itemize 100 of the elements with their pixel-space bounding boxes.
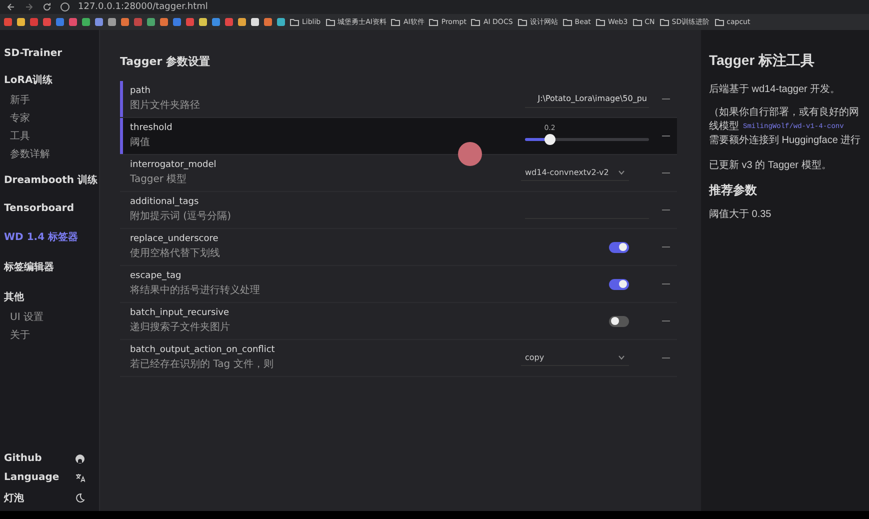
- nav-item[interactable]: WD 1.4 标签器: [4, 230, 78, 244]
- minus-icon: [662, 283, 670, 285]
- nav-item[interactable]: Dreambooth 训练: [4, 173, 98, 187]
- nav-item[interactable]: 标签编辑器: [4, 260, 54, 274]
- minus-icon: [662, 246, 670, 248]
- nav-group-title: LoRA训练: [4, 74, 53, 87]
- address-bar[interactable]: 127.0.0.1:28000/tagger.html: [78, 2, 208, 12]
- nav-item[interactable]: 专家: [4, 109, 30, 127]
- bookmark-icon[interactable]: [108, 18, 116, 26]
- bookmark-icon[interactable]: [17, 18, 25, 26]
- footer-link[interactable]: Github: [4, 453, 42, 464]
- setting-name: batch_input_recursive: [130, 308, 230, 318]
- bookmark-icon[interactable]: [95, 18, 103, 26]
- bookmark-icon[interactable]: [147, 18, 155, 26]
- bookmark-icon[interactable]: [82, 18, 90, 26]
- chevron-down-icon: [618, 170, 625, 175]
- bookmark-icon[interactable]: [186, 18, 194, 26]
- setting-description: 若已经存在识别的 Tag 文件，则: [130, 358, 274, 371]
- bookmark-icon[interactable]: [277, 18, 285, 26]
- setting-description: 将结果中的括号进行转义处理: [130, 284, 261, 297]
- select-field[interactable]: copy: [521, 350, 629, 366]
- info-text: 后端基于 wd14-tagger 开发。: [709, 82, 842, 96]
- github-icon[interactable]: [75, 454, 85, 464]
- folder-icon: [471, 18, 480, 26]
- slider-thumb[interactable]: [544, 134, 556, 144]
- nav-item[interactable]: 新手: [4, 91, 30, 109]
- folder-icon: [429, 18, 438, 26]
- setting-name: replace_underscore: [130, 234, 220, 244]
- bookmark-icon[interactable]: [30, 18, 38, 26]
- forward-icon[interactable]: [24, 2, 34, 12]
- setting-name: threshold: [130, 123, 174, 133]
- folder-icon: [562, 18, 572, 26]
- info-title: Tagger 标注工具: [709, 52, 816, 70]
- app-title: SD-Trainer: [4, 48, 62, 59]
- minus-icon: [662, 357, 670, 359]
- toggle-switch[interactable]: [609, 242, 629, 252]
- bookmark-icon[interactable]: [238, 18, 246, 26]
- bookmark-icon[interactable]: [173, 18, 181, 26]
- bookmark-icon[interactable]: [56, 18, 64, 26]
- folder-icon: [714, 18, 724, 26]
- folder-icon: [391, 18, 400, 26]
- folder-icon: [290, 18, 299, 26]
- folder-icon: [326, 18, 335, 26]
- moon-icon[interactable]: [75, 493, 85, 503]
- nav-item[interactable]: UI 设置: [4, 308, 44, 326]
- minus-icon: [662, 172, 670, 174]
- nav-group-title: 其他: [4, 290, 24, 304]
- site-info-icon[interactable]: [60, 2, 70, 12]
- minus-icon: [662, 209, 670, 211]
- nav-item[interactable]: 工具: [4, 127, 30, 145]
- toggle-switch[interactable]: [609, 278, 629, 290]
- info-heading: 推荐参数: [709, 182, 758, 199]
- setting-name: additional_tags: [130, 197, 200, 207]
- bookmark-icon[interactable]: [121, 18, 129, 26]
- back-icon[interactable]: [6, 2, 16, 12]
- section-title: Tagger 参数设置: [120, 54, 211, 69]
- bookmark-icon[interactable]: [225, 18, 233, 26]
- bookmark-icon[interactable]: [251, 18, 259, 26]
- minus-icon: [662, 135, 670, 137]
- bookmark-icon[interactable]: [160, 18, 168, 26]
- bookmark-icon[interactable]: [199, 18, 207, 26]
- setting-description: 递归搜索子文件夹图片: [130, 320, 231, 334]
- nav-item[interactable]: Tensorboard: [4, 203, 74, 214]
- setting-name: escape_tag: [130, 271, 182, 281]
- folder-icon: [596, 18, 605, 26]
- info-text: （如果你自行部署，或有良好的网: [709, 106, 859, 120]
- text-field[interactable]: J:\Potato_Lora\image\50_pu: [525, 90, 649, 108]
- setting-description: 附加提示词 (逗号分隔): [130, 210, 232, 223]
- bookmark-icon[interactable]: [43, 18, 51, 26]
- footer-link[interactable]: Language: [4, 472, 60, 483]
- info-text: 阈值大于 0.35: [709, 208, 772, 221]
- bookmark-icon[interactable]: [4, 18, 12, 26]
- info-text: 已更新 v3 的 Tagger 模型。: [709, 158, 832, 172]
- info-text: 需要额外连接到 Huggingface 进行: [709, 134, 861, 148]
- setting-description: 使用空格代替下划线: [130, 246, 221, 260]
- cursor-highlight-icon: [458, 142, 482, 166]
- setting-name: batch_output_action_on_conflict: [130, 345, 276, 355]
- bookmark-icon[interactable]: [212, 18, 220, 26]
- setting-description: Tagger 模型: [130, 172, 188, 186]
- folder-icon: [632, 18, 642, 26]
- bookmark-icon[interactable]: [264, 18, 272, 26]
- nav-item[interactable]: 参数详解: [4, 145, 50, 163]
- chevron-down-icon: [618, 355, 625, 360]
- info-text: 线模型: [709, 120, 739, 134]
- setting-name: interrogator_model: [130, 160, 218, 170]
- toggle-switch[interactable]: [609, 316, 629, 326]
- setting-description: 阈值: [130, 136, 151, 149]
- minus-icon: [662, 98, 670, 100]
- translate-icon[interactable]: [75, 472, 85, 482]
- setting-name: path: [130, 86, 152, 96]
- bookmark-icon[interactable]: [69, 18, 77, 26]
- bookmark-icon[interactable]: [134, 18, 142, 26]
- folder-icon: [660, 18, 669, 26]
- folder-icon: [518, 18, 527, 26]
- footer-link[interactable]: 灯泡: [4, 491, 24, 505]
- select-field[interactable]: wd14-convnextv2-v2: [521, 165, 629, 181]
- setting-description: 图片文件夹路径: [130, 98, 201, 112]
- reload-icon[interactable]: [42, 2, 52, 12]
- nav-item[interactable]: 关于: [4, 326, 30, 344]
- minus-icon: [662, 320, 670, 322]
